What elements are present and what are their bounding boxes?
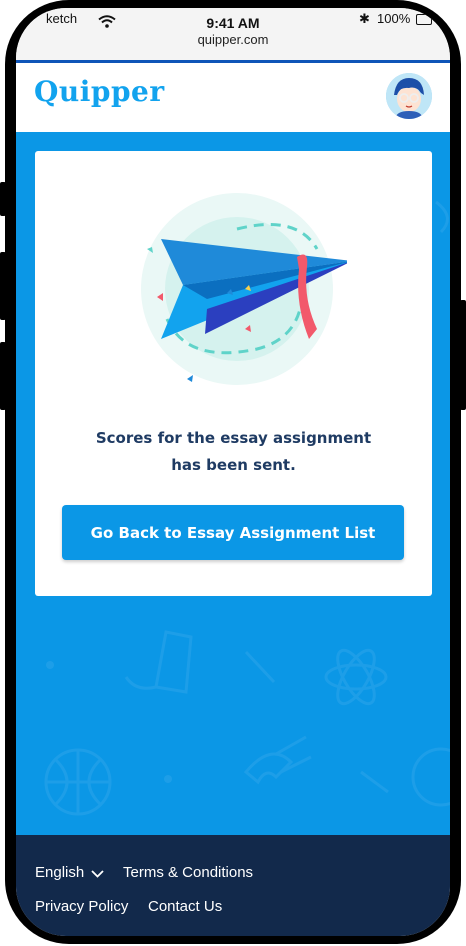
mute-switch bbox=[0, 182, 6, 216]
terms-link[interactable]: Terms & Conditions bbox=[123, 864, 253, 881]
footer: English Terms & Conditions Privacy Polic… bbox=[16, 835, 450, 936]
quipper-logo[interactable]: Quipper bbox=[34, 75, 165, 108]
screen: ketch 9:41 AM quipper.com ✱ 100% Quipper bbox=[16, 8, 450, 936]
language-label: English bbox=[35, 864, 85, 881]
bluetooth-icon: ✱ bbox=[359, 12, 370, 27]
language-selector[interactable]: English bbox=[35, 864, 104, 882]
paper-plane-illustration bbox=[141, 193, 347, 385]
user-avatar[interactable] bbox=[386, 73, 432, 119]
back-to-essay-list-button[interactable]: Go Back to Essay Assignment List bbox=[62, 505, 404, 560]
privacy-link[interactable]: Privacy Policy bbox=[35, 898, 128, 915]
contact-link[interactable]: Contact Us bbox=[148, 898, 222, 915]
address-bar-url[interactable]: quipper.com bbox=[16, 32, 450, 47]
main-content: Scores for the essay assignment has been… bbox=[16, 132, 450, 835]
chevron-down-icon bbox=[91, 865, 104, 882]
battery-percent: 100% bbox=[377, 11, 411, 26]
success-message-line2: has been sent. bbox=[171, 456, 296, 474]
power-button bbox=[460, 300, 466, 410]
success-message: Scores for the essay assignment has been… bbox=[35, 425, 432, 479]
app-header: Quipper bbox=[16, 63, 450, 132]
battery-icon bbox=[416, 14, 432, 25]
success-message-line1: Scores for the essay assignment bbox=[95, 429, 372, 447]
volume-up-button bbox=[0, 252, 6, 320]
status-bar: ketch 9:41 AM quipper.com ✱ 100% bbox=[16, 8, 450, 63]
success-card: Scores for the essay assignment has been… bbox=[35, 151, 432, 596]
volume-down-button bbox=[0, 342, 6, 410]
